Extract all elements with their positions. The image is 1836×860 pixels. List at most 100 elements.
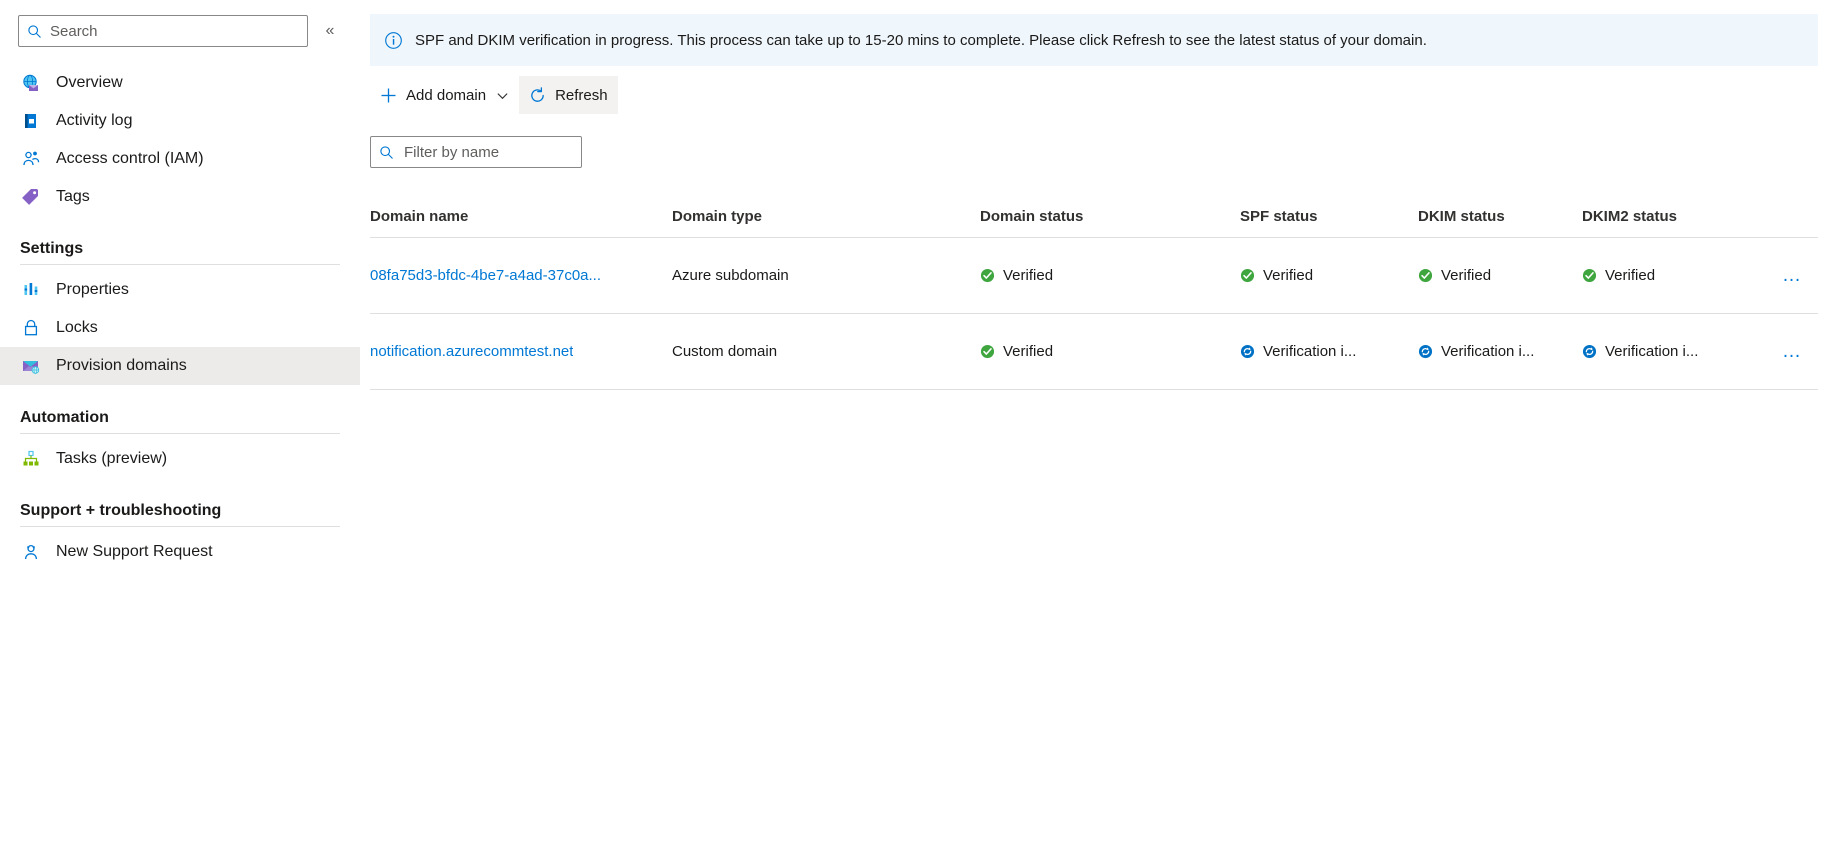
status-text: Verification i... bbox=[1263, 343, 1357, 360]
sidebar-item-properties[interactable]: Properties bbox=[0, 271, 360, 309]
row-context-menu-button[interactable]: … bbox=[1776, 262, 1808, 289]
refresh-button[interactable]: Refresh bbox=[519, 76, 618, 114]
search-input-placeholder: Search bbox=[50, 22, 98, 40]
status-badge: Verification i... bbox=[1418, 343, 1534, 360]
status-badge: Verified bbox=[980, 343, 1053, 360]
table-header-row: Domain name Domain type Domain status SP… bbox=[370, 196, 1818, 238]
search-icon bbox=[27, 24, 42, 39]
sidebar-item-label: Overview bbox=[56, 74, 123, 91]
info-circle-icon bbox=[384, 31, 403, 50]
sidebar-group-support-title: Support + troubleshooting bbox=[20, 502, 222, 519]
provision-domains-envelope-icon bbox=[20, 355, 42, 377]
cell-domain-status: Verified bbox=[980, 267, 1240, 284]
sidebar-group-divider bbox=[20, 264, 340, 265]
add-domain-button[interactable]: Add domain bbox=[370, 76, 519, 114]
support-person-icon bbox=[20, 541, 42, 563]
column-header-domain-type[interactable]: Domain type bbox=[672, 208, 980, 225]
column-header-domain-name[interactable]: Domain name bbox=[370, 208, 672, 225]
add-domain-label: Add domain bbox=[406, 86, 487, 104]
status-text: Verification i... bbox=[1605, 343, 1699, 360]
sidebar-item-label: Access control (IAM) bbox=[56, 150, 204, 167]
activity-log-icon bbox=[20, 110, 42, 132]
domains-table: Domain name Domain type Domain status SP… bbox=[370, 196, 1818, 390]
domain-name-link[interactable]: notification.azurecommtest.net bbox=[370, 343, 573, 360]
refresh-label: Refresh bbox=[555, 86, 608, 104]
domain-name-link[interactable]: 08fa75d3-bfdc-4be7-a4ad-37c0a... bbox=[370, 267, 601, 284]
sidebar-item-locks[interactable]: Locks bbox=[0, 309, 360, 347]
sidebar-group-settings-title: Settings bbox=[20, 240, 84, 257]
cell-domain-status: Verified bbox=[980, 343, 1240, 360]
row-context-menu-button[interactable]: … bbox=[1776, 338, 1808, 365]
column-header-dkim-status[interactable]: DKIM status bbox=[1418, 208, 1582, 225]
provision-domains-content: SPF and DKIM verification in progress. T… bbox=[360, 0, 1836, 860]
status-badge: Verified bbox=[1240, 267, 1313, 284]
table-row[interactable]: notification.azurecommtest.net Custom do… bbox=[370, 314, 1818, 390]
chevron-down-icon[interactable] bbox=[496, 89, 509, 102]
search-icon bbox=[379, 145, 394, 160]
cell-spf-status: Verification i... bbox=[1240, 343, 1418, 360]
column-header-domain-status[interactable]: Domain status bbox=[980, 208, 1240, 225]
status-text: Verified bbox=[1263, 267, 1314, 284]
verified-check-icon bbox=[980, 268, 995, 283]
sidebar-item-activity-log[interactable]: Activity log bbox=[0, 102, 360, 140]
sidebar-item-label: Tags bbox=[56, 188, 90, 205]
lock-icon bbox=[20, 317, 42, 339]
verification-in-progress-icon bbox=[1240, 344, 1255, 359]
status-badge: Verified bbox=[1418, 267, 1491, 284]
cell-dkim-status: Verified bbox=[1418, 267, 1582, 284]
verification-in-progress-icon bbox=[1582, 344, 1597, 359]
search-input[interactable]: Search bbox=[18, 15, 308, 47]
verified-check-icon bbox=[1582, 268, 1597, 283]
cell-dkim-status: Verification i... bbox=[1418, 343, 1582, 360]
azure-portal-blade: Search « Overview Activity log Access co… bbox=[0, 0, 1836, 860]
filter-by-name-input[interactable]: Filter by name bbox=[370, 136, 582, 168]
overview-globe-mail-icon bbox=[20, 72, 42, 94]
sidebar-item-tasks[interactable]: Tasks (preview) bbox=[0, 440, 360, 478]
status-badge: Verification i... bbox=[1582, 343, 1698, 360]
sidebar-group-divider bbox=[20, 526, 340, 527]
status-text: Verified bbox=[1441, 267, 1492, 284]
plus-icon bbox=[380, 87, 397, 104]
status-badge: Verification i... bbox=[1240, 343, 1356, 360]
cell-row-actions: … bbox=[1752, 262, 1818, 289]
column-header-spf-status[interactable]: SPF status bbox=[1240, 208, 1418, 225]
cell-domain-name: 08fa75d3-bfdc-4be7-a4ad-37c0a... bbox=[370, 267, 672, 284]
command-toolbar: Add domain Refresh bbox=[370, 72, 1836, 118]
status-badge: Verified bbox=[1582, 267, 1655, 284]
tag-icon bbox=[20, 186, 42, 208]
sidebar-item-new-support-request[interactable]: New Support Request bbox=[0, 533, 360, 571]
status-text: Verification i... bbox=[1441, 343, 1535, 360]
banner-message: SPF and DKIM verification in progress. T… bbox=[415, 31, 1427, 49]
sidebar-item-access-control[interactable]: Access control (IAM) bbox=[0, 140, 360, 178]
sidebar-item-label: Provision domains bbox=[56, 357, 187, 374]
collapse-sidebar-button[interactable]: « bbox=[314, 15, 346, 47]
status-text: Verified bbox=[1605, 267, 1656, 284]
cell-dkim2-status: Verification i... bbox=[1582, 343, 1752, 360]
sidebar-item-overview[interactable]: Overview bbox=[0, 64, 360, 102]
sidebar-search-row: Search « bbox=[0, 14, 360, 48]
sidebar-item-tags[interactable]: Tags bbox=[0, 178, 360, 216]
verification-in-progress-icon bbox=[1418, 344, 1433, 359]
sidebar-item-label: Activity log bbox=[56, 112, 133, 129]
sidebar-item-label: Tasks (preview) bbox=[56, 450, 168, 467]
cell-spf-status: Verified bbox=[1240, 267, 1418, 284]
left-nav-sidebar: Search « Overview Activity log Access co… bbox=[0, 0, 360, 860]
cell-domain-type: Custom domain bbox=[672, 343, 778, 360]
verified-check-icon bbox=[1418, 268, 1433, 283]
spf-dkim-info-banner: SPF and DKIM verification in progress. T… bbox=[370, 14, 1818, 66]
table-row[interactable]: 08fa75d3-bfdc-4be7-a4ad-37c0a... Azure s… bbox=[370, 238, 1818, 314]
status-text: Verified bbox=[1003, 343, 1054, 360]
sidebar-item-label: Properties bbox=[56, 281, 129, 298]
status-text: Verified bbox=[1003, 267, 1054, 284]
sidebar-item-provision-domains[interactable]: Provision domains bbox=[0, 347, 360, 385]
sidebar-group-divider bbox=[20, 433, 340, 434]
chevron-double-left-icon: « bbox=[325, 22, 335, 39]
refresh-icon bbox=[529, 86, 546, 104]
cell-domain-type: Azure subdomain bbox=[672, 267, 789, 284]
cell-row-actions: … bbox=[1752, 338, 1818, 365]
properties-bars-icon bbox=[20, 279, 42, 301]
cell-dkim2-status: Verified bbox=[1582, 267, 1752, 284]
sidebar-group-automation-title: Automation bbox=[20, 409, 109, 426]
verified-check-icon bbox=[1240, 268, 1255, 283]
column-header-dkim2-status[interactable]: DKIM2 status bbox=[1582, 208, 1752, 225]
